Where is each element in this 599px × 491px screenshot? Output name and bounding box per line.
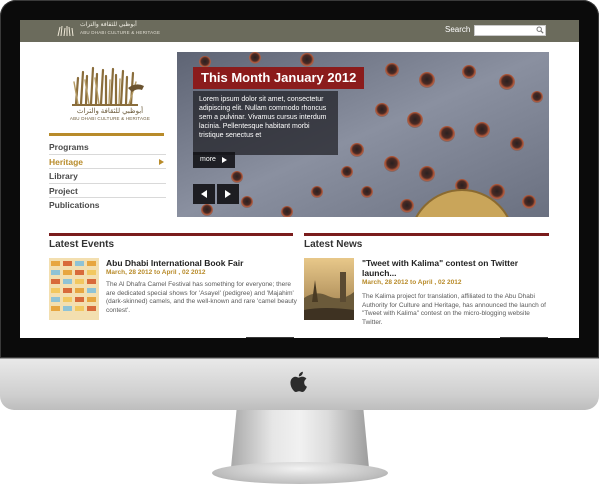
event-description: The Al Dhafra Camel Festival has somethi… (106, 281, 297, 314)
hero-more-link[interactable]: more (193, 152, 235, 168)
news-title[interactable]: "Tweet with Kalima" contest on Twitter l… (362, 258, 548, 278)
slider-next-button[interactable] (217, 184, 239, 204)
arrow-left-icon (201, 190, 207, 198)
news-more-tab[interactable] (500, 337, 548, 338)
nav-item-library[interactable]: Library (49, 169, 166, 184)
news-heading: Latest News (304, 239, 363, 250)
monitor-stand (231, 410, 369, 468)
logo-divider (49, 133, 164, 136)
apple-logo-icon (290, 371, 307, 392)
hero-slider: This Month January 2012 Lorem ipsum dolo… (177, 52, 549, 217)
top-bar: أبوظبي للثقافة والتراث ABU DHABI CULTURE… (20, 20, 579, 42)
nav-item-label: Programs (49, 142, 89, 152)
news-description: The Kalima project for translation, affi… (362, 293, 546, 326)
nav-item-label: Library (49, 171, 78, 181)
event-date: March, 28 2012 to April , 02 2012 (106, 269, 206, 276)
top-org-name: ABU DHABI CULTURE & HERITAGE (80, 30, 161, 35)
search-label: Search (445, 25, 471, 34)
imac-monitor: أبوظبي للثقافة والتراث ABU DHABI CULTURE… (0, 0, 599, 491)
events-heading: Latest Events (49, 239, 115, 250)
top-logo-icon[interactable] (56, 24, 76, 38)
slider-prev-button[interactable] (193, 184, 215, 204)
nav-item-publications[interactable]: Publications (49, 198, 166, 213)
monitor-stand-base (212, 462, 388, 484)
chevron-right-icon (222, 157, 227, 163)
events-more-tab[interactable] (246, 337, 294, 338)
hero-text: Lorem ipsum dolor sit amet, consectetur … (193, 91, 338, 155)
nav-item-heritage[interactable]: Heritage (49, 155, 166, 169)
event-thumbnail[interactable] (49, 258, 99, 320)
news-thumbnail[interactable] (304, 258, 354, 320)
nav-item-label: Heritage (49, 156, 84, 167)
events-divider (49, 233, 293, 236)
top-org-arabic: أبوظبي للثقافة والتراث (80, 22, 137, 28)
event-title[interactable]: Abu Dhabi International Book Fair (106, 258, 296, 268)
sidebar-nav: Programs Heritage Library Project Public… (49, 140, 166, 213)
search-icon[interactable] (536, 26, 544, 34)
arrow-right-icon (225, 190, 231, 198)
nav-item-project[interactable]: Project (49, 184, 166, 198)
logo-org-name: ABU DHABI CULTURE & HERITAGE (69, 116, 151, 121)
nav-item-label: Publications (49, 200, 100, 210)
website-screen: أبوظبي للثقافة والتراث ABU DHABI CULTURE… (20, 20, 579, 338)
logo-arabic: أبوظبي للثقافة والتراث (76, 108, 144, 115)
news-date: March, 28 2012 to April , 02 2012 (362, 279, 462, 286)
news-divider (304, 233, 549, 236)
nav-item-programs[interactable]: Programs (49, 140, 166, 155)
hero-title: This Month January 2012 (193, 67, 365, 89)
nav-item-label: Project (49, 185, 78, 196)
chevron-right-icon (159, 158, 164, 165)
